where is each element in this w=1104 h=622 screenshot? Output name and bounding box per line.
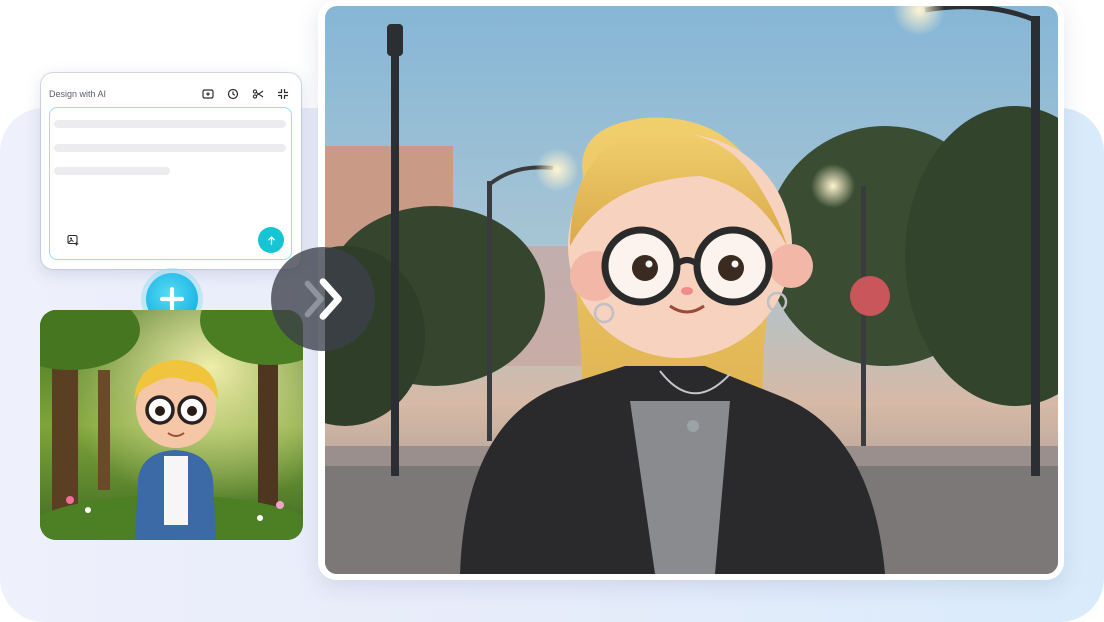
panel-title: Design with AI: [49, 89, 107, 99]
reference-character-image: [40, 310, 303, 540]
arrow-up-icon: [267, 235, 275, 245]
prompt-input[interactable]: [49, 107, 292, 260]
image-attach-icon[interactable]: [62, 231, 84, 249]
history-icon[interactable]: [225, 86, 241, 102]
collapse-icon[interactable]: [275, 86, 291, 102]
send-button[interactable]: [258, 227, 284, 253]
placeholder-line: [54, 144, 286, 152]
design-with-ai-panel: Design with AI: [41, 73, 301, 269]
placeholder-line: [54, 167, 170, 175]
double-chevron-right-icon: [271, 247, 375, 351]
scissors-icon[interactable]: [250, 86, 266, 102]
generated-character-image: [325, 6, 1058, 574]
placeholder-line: [54, 120, 286, 128]
panel-toolbar: [200, 86, 291, 102]
add-frame-icon[interactable]: [200, 86, 216, 102]
